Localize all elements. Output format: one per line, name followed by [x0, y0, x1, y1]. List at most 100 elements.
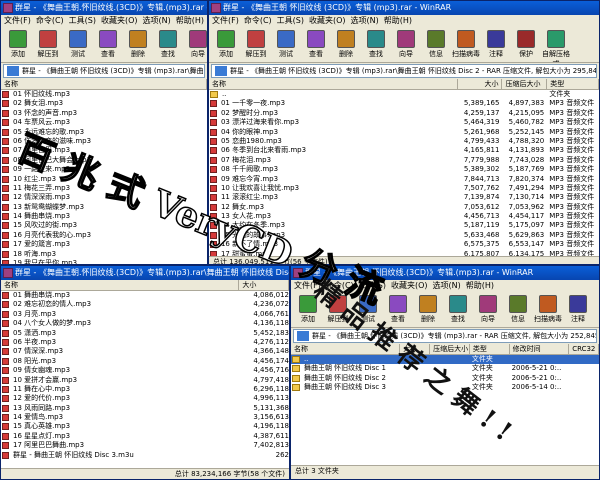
- file-row[interactable]: 07 梅花泪.mp3 7,779,988 7,743,028 MP3 音频文件: [209, 156, 599, 165]
- column-name[interactable]: 名称: [1, 79, 207, 89]
- column-name[interactable]: 名称: [209, 79, 458, 89]
- menu-item[interactable]: 命令(C): [326, 281, 354, 290]
- toolbar-button[interactable]: 保护: [511, 28, 541, 61]
- toolbar-button[interactable]: 扫描病毒: [451, 28, 481, 61]
- toolbar-button[interactable]: 扫描病毒: [533, 293, 563, 326]
- file-row[interactable]: 04 八个女人做的梦.mp3 4,136,118: [1, 319, 289, 328]
- toolbar-button[interactable]: 查找: [153, 28, 183, 61]
- toolbar-button[interactable]: 向导: [473, 293, 503, 326]
- file-row[interactable]: 16 新不了情.mp3 6,575,375 6,553,147 MP3 音频文件: [209, 240, 599, 249]
- path-bar[interactable]: 群星 - 《舞曲王朝 怀旧纹线 (3CD)》专辑 (mp3).rar\舞曲王朝 …: [211, 64, 597, 78]
- file-row[interactable]: 14 舞曲串烧.mp3: [1, 212, 207, 221]
- file-row[interactable]: 02 难忘初恋的情人.mp3 4,236,072: [1, 300, 289, 309]
- file-row[interactable]: 11 舞在心中.mp3 6,296,118: [1, 385, 289, 394]
- column-3[interactable]: 类型: [470, 344, 510, 354]
- toolbar-button[interactable]: 解压到: [33, 28, 63, 61]
- menu-item[interactable]: 收藏夹(O): [309, 16, 346, 25]
- folder-row[interactable]: .. 文件夹: [291, 355, 599, 365]
- title-bar[interactable]: 群星 - 《舞曲王朝 怀旧纹线 (3CD)》专辑 (mp3).rar - Win…: [209, 1, 599, 15]
- toolbar-button[interactable]: 添加: [3, 28, 33, 61]
- file-row[interactable]: 10 红尘.mp3: [1, 175, 207, 184]
- file-row[interactable]: 群星 - 舞曲王朝 怀旧纹线 Disc 3.m3u 262: [1, 451, 289, 460]
- toolbar-button[interactable]: 信息: [421, 28, 451, 61]
- file-row[interactable]: 15 光阴的故事.mp3 5,633,468 5,629,863 MP3 音频文件: [209, 231, 599, 240]
- file-row[interactable]: 12 情深深雨.mp3: [1, 193, 207, 202]
- menu-item[interactable]: 选项(N): [433, 281, 461, 290]
- file-row[interactable]: 10 爱拼才会赢.mp3 4,797,418: [1, 376, 289, 385]
- toolbar-button[interactable]: 查找: [443, 293, 473, 326]
- menu-item[interactable]: 收藏夹(O): [101, 16, 138, 25]
- file-row[interactable]: 10 让我欢喜让我忧.mp3 7,507,762 7,491,294 MP3 音频文件: [209, 184, 599, 193]
- menu-item[interactable]: 工具(S): [69, 16, 96, 25]
- file-row[interactable]: 09 难忘今宵.mp3 7,844,713 7,820,374 MP3 音频文件: [209, 175, 599, 184]
- file-row[interactable]: 11 滚滚红尘.mp3 7,139,874 7,130,714 MP3 音频文件: [209, 193, 599, 202]
- file-row[interactable]: .. 文件夹: [209, 90, 599, 100]
- toolbar-button[interactable]: 信息: [503, 293, 533, 326]
- menu-item[interactable]: 帮助(H): [384, 16, 412, 25]
- file-row[interactable]: 01 舞曲串烧.mp3 4,086,012: [1, 291, 289, 300]
- toolbar-button[interactable]: 删除: [123, 28, 153, 61]
- column-1[interactable]: 大小: [400, 344, 431, 354]
- toolbar-button[interactable]: 查看: [301, 28, 331, 61]
- menu-item[interactable]: 收藏夹(O): [391, 281, 428, 290]
- column-0[interactable]: 名称: [291, 344, 401, 354]
- toolbar-button[interactable]: 删除: [331, 28, 361, 61]
- toolbar-button[interactable]: 查找: [361, 28, 391, 61]
- file-row[interactable]: 06 冬季到台北来看雨.mp3 4,165,811 4,131,893 MP3 音频文…: [209, 146, 599, 155]
- title-bar[interactable]: 群星 - 《舞曲王朝.怀旧纹线.(3CD)》专辑.(mp3).rar - Win…: [1, 1, 207, 15]
- menu-item[interactable]: 工具(S): [359, 281, 386, 290]
- column-2[interactable]: 压缩后大小: [430, 344, 470, 354]
- file-row[interactable]: 18 听海.mp3: [1, 250, 207, 259]
- file-row[interactable]: 04 你的眼神.mp3 5,261,968 5,252,145 MP3 音频文件: [209, 128, 599, 137]
- menu-item[interactable]: 选项(N): [143, 16, 171, 25]
- up-folder-icon[interactable]: [7, 66, 19, 76]
- toolbar-button[interactable]: 注释: [481, 28, 511, 61]
- toolbar-button[interactable]: 向导: [183, 28, 207, 61]
- file-row[interactable]: 05 潇洒.mp3 5,452,183: [1, 329, 289, 338]
- column-name[interactable]: 名称: [1, 280, 240, 290]
- file-row[interactable]: 01 一千零一夜.mp3 5,389,165 4,897,383 MP3 音频文件: [209, 99, 599, 108]
- menu-item[interactable]: 文件(F): [294, 281, 321, 290]
- file-row[interactable]: 15 真心英雄.mp3 4,196,118: [1, 422, 289, 431]
- file-row[interactable]: 02 梦醒时分.mp3 4,259,137 4,215,095 MP3 音频文件: [209, 109, 599, 118]
- path-bar[interactable]: 群星 - 《舞曲王朝 怀旧纹线 (3CD)》专辑 (mp3).rar\舞曲王朝 …: [3, 64, 205, 78]
- file-row[interactable]: 03 月亮.mp3 4,066,761: [1, 310, 289, 319]
- file-row[interactable]: 07 阿里巴巴.mp3: [1, 146, 207, 155]
- file-row[interactable]: 12 舞女.mp3 7,053,612 7,053,962 MP3 音频文件: [209, 203, 599, 212]
- toolbar-button[interactable]: 查看: [93, 28, 123, 61]
- column-5[interactable]: CRC32: [569, 344, 599, 354]
- file-row[interactable]: 08 阿里巴巴大舞会.mp3: [1, 156, 207, 165]
- menu-item[interactable]: 命令(C): [244, 16, 272, 25]
- file-row[interactable]: 03 怀念的声音.mp3: [1, 109, 207, 118]
- file-row[interactable]: 07 情深深.mp3 4,366,148: [1, 347, 289, 356]
- menu-item[interactable]: 文件(F): [4, 16, 31, 25]
- toolbar-button[interactable]: 解压到: [323, 293, 353, 326]
- up-folder-icon[interactable]: [215, 66, 227, 76]
- menu-item[interactable]: 工具(S): [277, 16, 304, 25]
- up-folder-icon[interactable]: [297, 331, 309, 341]
- title-bar[interactable]: 群星 - 《舞曲王朝.怀旧纹线.(3CD)》专辑.(mp3).rar\舞曲王朝 …: [1, 266, 289, 280]
- file-row[interactable]: 17 阿里巴巴舞曲.mp3 7,402,813: [1, 441, 289, 450]
- file-row[interactable]: 11 梅花三弄.mp3: [1, 184, 207, 193]
- path-bar[interactable]: 群星 - 《舞曲王朝 怀旧纹线 (3CD)》专辑 (mp3).rar - RAR…: [293, 329, 597, 343]
- file-row[interactable]: 09 倩女幽魂.mp3 4,456,716: [1, 366, 289, 375]
- toolbar-button[interactable]: 添加: [293, 293, 323, 326]
- file-row[interactable]: 16 月亮代表我的心.mp3: [1, 231, 207, 240]
- file-row[interactable]: 12 爱的代价.mp3 4,996,113: [1, 394, 289, 403]
- file-row[interactable]: 14 大约在冬季.mp3 5,187,119 5,175,097 MP3 音频文件: [209, 221, 599, 230]
- toolbar-button[interactable]: 添加: [211, 28, 241, 61]
- file-row[interactable]: 15 风吹过的街.mp3: [1, 221, 207, 230]
- folder-row[interactable]: 舞曲王朝 怀旧纹线 Disc 1 文件夹 2006-5-21 0:..: [291, 364, 599, 373]
- title-bar[interactable]: 群星 - 《舞曲王朝.怀旧纹线.(3CD)》专辑.(mp3).rar - Win…: [291, 266, 599, 280]
- menu-item[interactable]: 文件(F): [212, 16, 239, 25]
- file-row[interactable]: 06 半夜.mp3 4,276,112: [1, 338, 289, 347]
- folder-row[interactable]: 舞曲王朝 怀旧纹线 Disc 3 文件夹 2006-5-14 0:..: [291, 383, 599, 392]
- file-row[interactable]: 08 千千阙歌.mp3 5,389,302 5,187,769 MP3 音频文件: [209, 165, 599, 174]
- file-row[interactable]: 06 伤梦失恋的滋味.mp3: [1, 137, 207, 146]
- file-row[interactable]: 14 爱情鸟.mp3 3,156,613: [1, 413, 289, 422]
- file-row[interactable]: 16 星星点灯.mp3 4,387,611: [1, 432, 289, 441]
- file-row[interactable]: 05 永远难忘的歌.mp3: [1, 128, 207, 137]
- toolbar-button[interactable]: 自解压格式: [541, 28, 571, 62]
- file-row[interactable]: 17 爱的箴言.mp3: [1, 240, 207, 249]
- column-size[interactable]: 大小: [458, 79, 503, 89]
